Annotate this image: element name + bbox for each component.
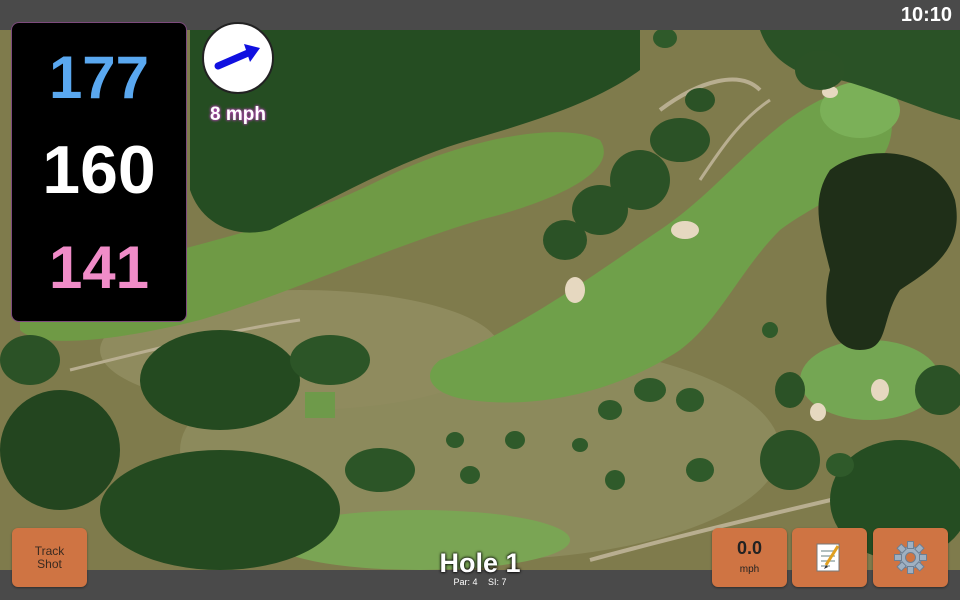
notepad-icon [816,543,840,572]
wind-indicator [202,22,274,94]
notes-button[interactable] [792,528,867,587]
arrow-icon [214,44,260,70]
back-distance: 177 [48,44,150,111]
track-shot-line2: Shot [37,557,62,571]
track-shot-button[interactable]: Track Shot [12,528,87,587]
hole-title: Hole 1 [439,548,521,578]
track-shot-label: Track Shot [12,545,87,571]
speed-unit: mph [739,564,760,575]
hole-stroke-index: SI: 7 [488,577,507,587]
front-distance: 141 [48,234,150,301]
clock: 10:10 [900,4,952,26]
wind-speed: 8 mph [210,104,266,125]
speed-value: 0.0 [736,538,763,558]
hole-meta: Par: 4 SI: 7 [380,577,580,587]
settings-button[interactable] [873,528,948,587]
hole-par: Par: 4 [453,577,478,587]
middle-distance: 160 [42,132,156,208]
distance-panel: 177 160 141 [11,22,187,322]
gear-icon [894,541,927,574]
speed-button[interactable]: 0.0 mph [712,528,787,587]
